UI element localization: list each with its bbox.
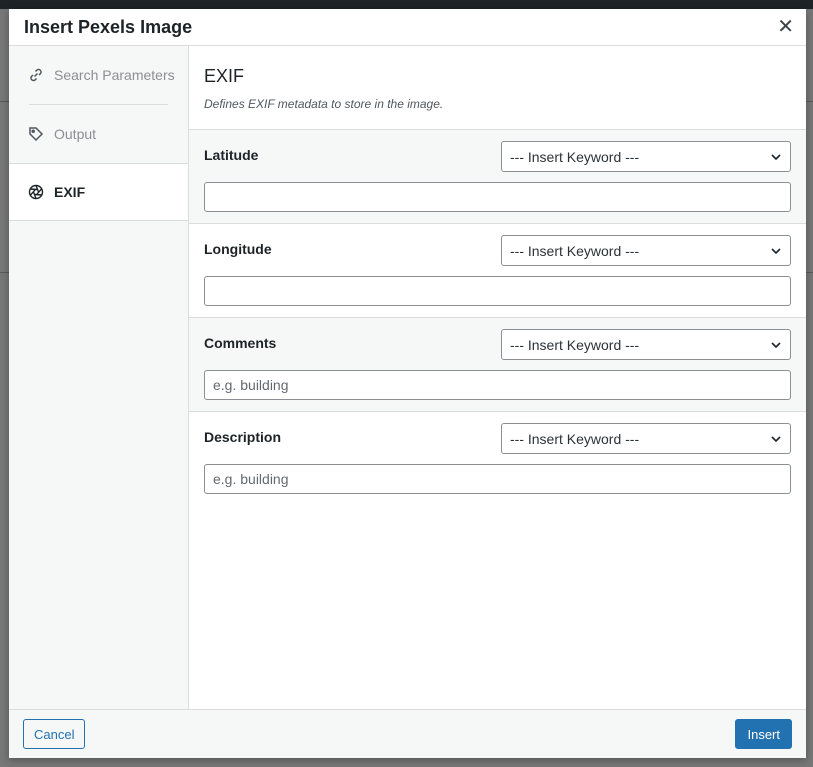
- tag-icon: [28, 126, 44, 142]
- field-label: Comments: [204, 335, 277, 351]
- field-label: Latitude: [204, 147, 259, 163]
- comments-input[interactable]: [204, 370, 791, 400]
- select-value: --- Insert Keyword ---: [510, 242, 640, 259]
- modal-body: Search Parameters Output EXIF EXIF Defin…: [9, 46, 806, 709]
- section-title: EXIF: [204, 66, 245, 86]
- field-label: Description: [204, 429, 282, 445]
- backdrop-divider: [0, 272, 9, 273]
- aperture-icon: [28, 184, 44, 200]
- keyword-select[interactable]: --- Insert Keyword ---: [501, 141, 791, 172]
- chevron-down-icon: [771, 153, 781, 160]
- latitude-input[interactable]: [204, 182, 791, 212]
- modal-header: Insert Pexels Image ✕: [9, 9, 806, 46]
- admin-bar: [0, 0, 813, 9]
- section-description: Defines EXIF metadata to store in the im…: [204, 97, 444, 111]
- sidebar: Search Parameters Output EXIF: [9, 46, 189, 709]
- chevron-down-icon: [771, 435, 781, 442]
- section-header: EXIF Defines EXIF metadata to store in t…: [189, 46, 806, 130]
- cancel-button[interactable]: Cancel: [23, 719, 86, 749]
- keyword-select[interactable]: --- Insert Keyword ---: [501, 329, 791, 360]
- backdrop-divider: [0, 101, 9, 102]
- chevron-down-icon: [771, 247, 781, 254]
- keyword-select[interactable]: --- Insert Keyword ---: [501, 235, 791, 266]
- modal-title: Insert Pexels Image: [24, 16, 193, 37]
- exif-panel: EXIF Defines EXIF metadata to store in t…: [189, 46, 806, 709]
- chevron-down-icon: [771, 341, 781, 348]
- insert-image-modal: Insert Pexels Image ✕ Search Parameters: [9, 9, 806, 758]
- sidebar-item-search-parameters[interactable]: Search Parameters: [9, 46, 188, 104]
- insert-button[interactable]: Insert: [735, 719, 792, 749]
- backdrop-divider: [806, 101, 813, 102]
- sidebar-item-output[interactable]: Output: [9, 105, 188, 163]
- select-value: --- Insert Keyword ---: [510, 336, 640, 353]
- link-icon: [28, 67, 44, 83]
- keyword-select[interactable]: --- Insert Keyword ---: [501, 423, 791, 454]
- field-description: Description --- Insert Keyword ---: [189, 412, 806, 505]
- sidebar-item-label: EXIF: [54, 184, 86, 200]
- sidebar-item-exif[interactable]: EXIF: [9, 163, 188, 221]
- select-value: --- Insert Keyword ---: [510, 148, 640, 165]
- select-value: --- Insert Keyword ---: [510, 430, 640, 447]
- sidebar-item-label: Output: [54, 126, 97, 142]
- field-comments: Comments --- Insert Keyword ---: [189, 318, 806, 412]
- sidebar-item-label: Search Parameters: [54, 67, 175, 83]
- field-longitude: Longitude --- Insert Keyword ---: [189, 224, 806, 318]
- description-input[interactable]: [204, 464, 791, 494]
- modal-footer: Cancel Insert: [9, 709, 806, 758]
- close-icon[interactable]: ✕: [777, 17, 794, 37]
- longitude-input[interactable]: [204, 276, 791, 306]
- field-label: Longitude: [204, 241, 272, 257]
- backdrop-divider: [806, 272, 813, 273]
- field-latitude: Latitude --- Insert Keyword ---: [189, 130, 806, 224]
